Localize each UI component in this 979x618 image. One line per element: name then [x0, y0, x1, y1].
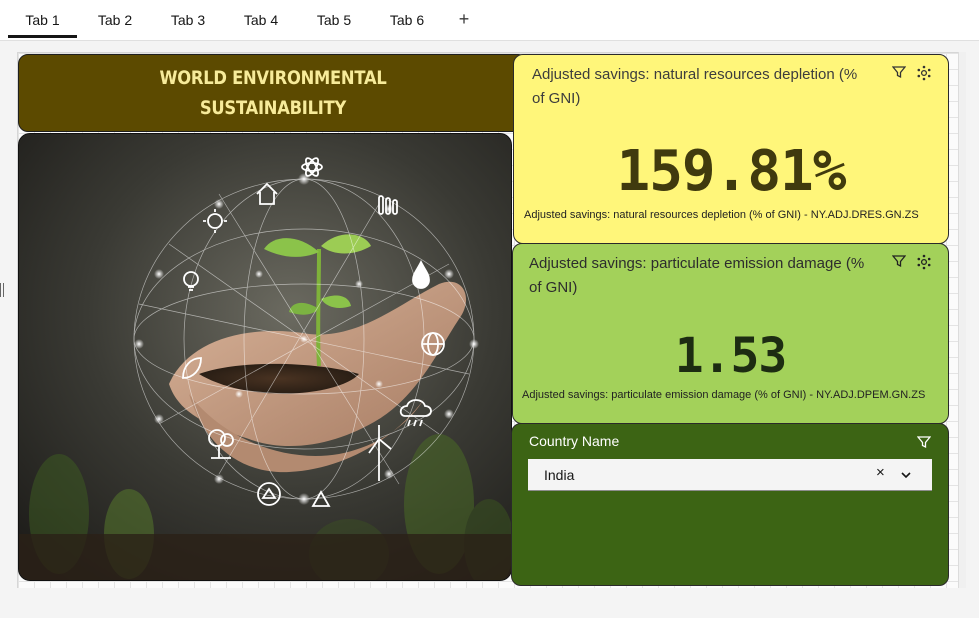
country-filter-card: Country Name India ×: [511, 423, 949, 586]
filter-icon[interactable]: [891, 254, 908, 270]
settings-icon[interactable]: [916, 254, 932, 270]
hands-plant-network-illustration: [19, 134, 511, 580]
card-toolbar: [891, 65, 932, 81]
kpi-title: Adjusted savings: particulate emission d…: [529, 255, 865, 296]
chevron-down-icon[interactable]: [900, 468, 912, 486]
country-dropdown[interactable]: India ×: [528, 459, 932, 491]
kpi-value: 159.81%: [616, 139, 846, 204]
kpi-caption: Adjusted savings: natural resources depl…: [524, 209, 919, 221]
add-tab-button[interactable]: +: [452, 0, 476, 38]
tab-5[interactable]: Tab 5: [302, 0, 366, 38]
dashboard-title-box: WORLD ENVIRONMENTAL SUSTAINABILITY: [18, 54, 528, 132]
clear-selection-icon[interactable]: ×: [876, 464, 885, 481]
dashboard-title: WORLD ENVIRONMENTAL SUSTAINABILITY: [159, 67, 387, 119]
tab-1[interactable]: Tab 1: [8, 0, 77, 38]
tab-2[interactable]: Tab 2: [83, 0, 147, 38]
filter-icon[interactable]: [916, 435, 933, 451]
filter-icon[interactable]: [891, 65, 908, 81]
tab-bar: Tab 1 Tab 2 Tab 3 Tab 4 Tab 5 Tab 6 +: [0, 0, 979, 41]
canvas-scrollbar[interactable]: [958, 52, 966, 588]
dropdown-selected-value: India: [544, 467, 575, 483]
kpi-card-natural-resources-depletion[interactable]: Adjusted savings: natural resources depl…: [513, 54, 949, 244]
filter-label: Country Name: [529, 433, 620, 449]
tab-3[interactable]: Tab 3: [156, 0, 220, 38]
kpi-card-particulate-emission-damage[interactable]: Adjusted savings: particulate emission d…: [512, 243, 949, 424]
kpi-value: 1.53: [674, 328, 788, 384]
tab-6[interactable]: Tab 6: [375, 0, 439, 38]
kpi-title: Adjusted savings: natural resources depl…: [532, 66, 858, 107]
card-toolbar: [891, 254, 932, 270]
kpi-caption: Adjusted savings: particulate emission d…: [522, 389, 926, 401]
settings-icon[interactable]: [916, 65, 932, 81]
panel-resize-handle[interactable]: [0, 283, 4, 297]
environment-image: [18, 133, 512, 581]
tab-4[interactable]: Tab 4: [229, 0, 293, 38]
